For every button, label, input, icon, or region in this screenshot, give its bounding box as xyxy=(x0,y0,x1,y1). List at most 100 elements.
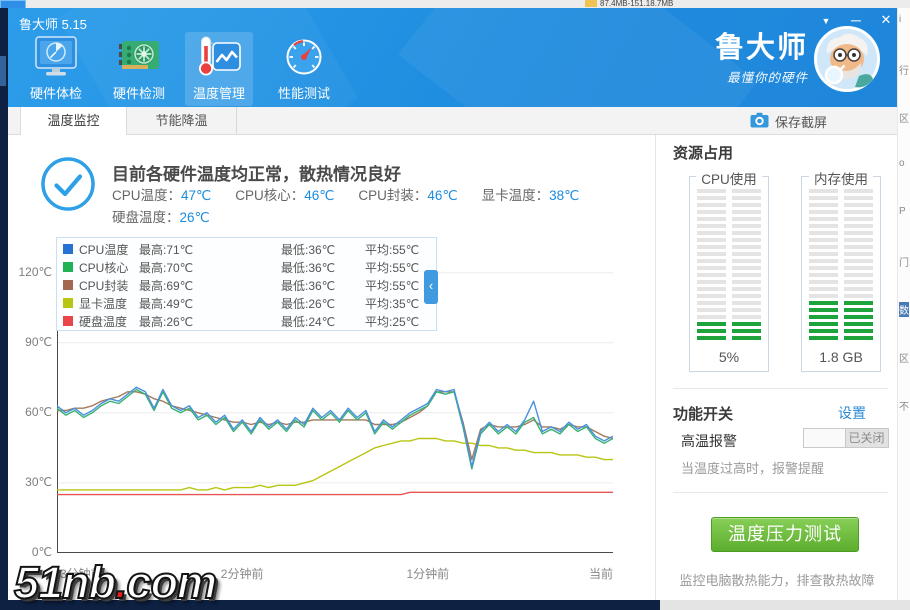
chevron-left-icon: ‹ xyxy=(428,278,434,293)
temperature-metrics-row1: CPU温度：47℃ CPU核心：46℃ CPU封装：46℃ 显卡温度：38℃ xyxy=(112,184,579,204)
gauge-green-fill xyxy=(732,322,761,343)
desktop-bottom-strip-right xyxy=(660,600,910,610)
metric-value: 47℃ xyxy=(181,188,212,203)
save-screenshot-button[interactable]: 保存截屏 xyxy=(750,107,827,135)
background-text-fragment: 数 xyxy=(899,302,909,317)
legend-row: 硬盘温度 最高:26℃ 最低:24℃ 平均:25℃ xyxy=(63,312,436,330)
settings-link[interactable]: 设置 xyxy=(838,403,866,423)
gauge-label: 内存使用 xyxy=(809,168,873,188)
resource-usage-title: 资源占用 xyxy=(673,145,734,162)
temperature-metric: CPU温度：47℃ xyxy=(112,184,211,204)
legend-swatch xyxy=(63,280,73,290)
legend-avg: 平均:25℃ xyxy=(365,314,420,329)
high-temp-alarm-label: 高温报警 xyxy=(681,433,737,449)
legend-max: 最高:49℃ xyxy=(139,296,194,311)
x-axis-tick-label: 1分钟前 xyxy=(406,567,450,581)
temperature-metric: 硬盘温度：26℃ xyxy=(112,206,210,226)
desktop-left-icon-fragment xyxy=(0,56,6,86)
watermark: 51nb.com xyxy=(13,556,218,609)
check-circle-icon xyxy=(40,156,96,217)
legend-swatch xyxy=(63,298,73,308)
gauge-bar-column xyxy=(697,189,726,343)
y-axis-tick-label: 60℃ xyxy=(25,404,52,419)
alarm-description: 当温度过高时，报警提醒 xyxy=(681,461,825,476)
legend-collapse-button[interactable]: ‹ xyxy=(424,270,438,304)
gauge-value: 1.8 GB xyxy=(819,349,863,365)
legend-min: 最低:36℃ xyxy=(281,278,336,293)
tab-bar: 温度监控 节能降温 保存截屏 xyxy=(8,107,897,135)
legend-max: 最高:70℃ xyxy=(139,260,194,275)
y-axis-tick-label: 120℃ xyxy=(18,264,53,279)
thermometer-chart-icon xyxy=(185,34,253,80)
legend-series-name: CPU温度 xyxy=(79,242,129,257)
temperature-metric: CPU封装：46℃ xyxy=(358,184,457,204)
desktop-left-strip xyxy=(0,8,8,610)
desktop-top-strip: 87.4MB-151.18.7MB xyxy=(0,0,910,8)
divider xyxy=(673,388,888,389)
tab-temperature-monitor[interactable]: 温度监控 xyxy=(20,107,127,135)
legend-series-name: 显卡温度 xyxy=(79,296,128,311)
gauge-bar-column xyxy=(809,189,838,343)
toggle-knob xyxy=(804,429,846,447)
legend-series-name: 硬盘温度 xyxy=(79,314,128,329)
nav-item-hardware-detect[interactable]: 硬件检测 xyxy=(105,32,173,106)
legend-min: 最低:36℃ xyxy=(281,242,336,257)
gauge-green-fill xyxy=(809,301,838,343)
background-text-fragment: i xyxy=(899,14,902,25)
legend-min: 最低:24℃ xyxy=(281,314,336,329)
gauge-bar-column xyxy=(844,189,873,343)
metric-value: 26℃ xyxy=(179,210,210,225)
nav-item-label: 性能测试 xyxy=(277,86,330,101)
x-axis-tick-label: 当前 xyxy=(588,567,613,581)
right-panel: 资源占用 CPU使用 5% 内存使用 1.8 GB 功能开关 设置 高温报警 已关闭 … xyxy=(655,135,897,600)
legend-series-name: CPU核心 xyxy=(79,260,129,275)
gauge-value: 5% xyxy=(718,349,740,365)
temperature-metric: 显卡温度：38℃ xyxy=(482,184,580,204)
metric-label: 显卡温度： xyxy=(481,188,550,203)
tab-energy-cooling[interactable]: 节能降温 xyxy=(127,107,237,135)
nav-item-temp-manage[interactable]: 温度管理 xyxy=(185,32,253,106)
legend-row: CPU核心 最高:70℃ 最低:36℃ 平均:55℃ xyxy=(63,258,436,276)
divider xyxy=(673,492,888,493)
background-text-fragment: 区 xyxy=(899,354,909,365)
function-switch-title: 功能开关 xyxy=(673,406,734,423)
legend-avg: 平均:55℃ xyxy=(365,242,420,257)
legend-row: CPU温度 最高:71℃ 最低:36℃ 平均:55℃ xyxy=(63,240,436,258)
legend-avg: 平均:55℃ xyxy=(365,278,420,293)
y-axis-tick-label: 30℃ xyxy=(25,474,52,489)
cpu-usage-gauge: CPU使用 5% xyxy=(689,168,769,372)
legend-max: 最高:26℃ xyxy=(139,314,194,329)
memory-usage-gauge: 内存使用 1.8 GB xyxy=(801,168,881,372)
background-text-fragment: P xyxy=(899,206,906,217)
save-screenshot-label: 保存截屏 xyxy=(775,114,828,130)
screen: 87.4MB-151.18.7MB i行区oP门数区不 鲁大师 5.15 ▼ ─… xyxy=(0,0,910,610)
chart-legend: ‹ CPU温度 最高:71℃ 最低:36℃ 平均:55℃ CPU核心 最高:70℃ 最低:3… xyxy=(56,237,438,331)
status-headline: 目前各硬件温度均正常，散热情况良好 xyxy=(112,165,401,184)
gauge-green-fill xyxy=(844,301,873,343)
mascot-avatar xyxy=(814,26,880,92)
gauge-bars xyxy=(697,189,761,343)
background-text-fragment: 行 xyxy=(899,66,909,77)
legend-swatch xyxy=(63,316,73,326)
background-text-fragment: o xyxy=(899,158,905,169)
legend-series-name: CPU封装 xyxy=(79,278,129,293)
background-folder-icon xyxy=(585,0,597,7)
gauge-green-fill xyxy=(697,322,726,343)
metric-value: 38℃ xyxy=(549,188,580,203)
nav-item-hardware-checkup[interactable]: 硬件体检 xyxy=(22,32,90,106)
legend-row: CPU封装 最高:69℃ 最低:36℃ 平均:55℃ xyxy=(63,276,436,294)
gauge-bar-column xyxy=(732,189,761,343)
legend-row: 显卡温度 最高:49℃ 最低:26℃ 平均:35℃ xyxy=(63,294,436,312)
legend-avg: 平均:55℃ xyxy=(365,260,420,275)
logo-title: 鲁大师 xyxy=(714,32,808,64)
nav-item-perf-test[interactable]: 性能测试 xyxy=(270,32,338,106)
temperature-stress-test-button[interactable]: 温度压力测试 xyxy=(711,517,859,552)
toggle-state-label: 已关闭 xyxy=(848,431,885,445)
metric-label: 硬盘温度： xyxy=(112,210,180,225)
camera-icon xyxy=(750,112,769,131)
x-axis-tick-label: 2分钟前 xyxy=(220,567,264,581)
high-temp-alarm-toggle[interactable]: 已关闭 xyxy=(803,428,889,448)
legend-avg: 平均:35℃ xyxy=(365,296,420,311)
monitor-radar-icon xyxy=(22,34,90,80)
brand-logo: 鲁大师 最懂你的硬件 xyxy=(638,32,808,86)
